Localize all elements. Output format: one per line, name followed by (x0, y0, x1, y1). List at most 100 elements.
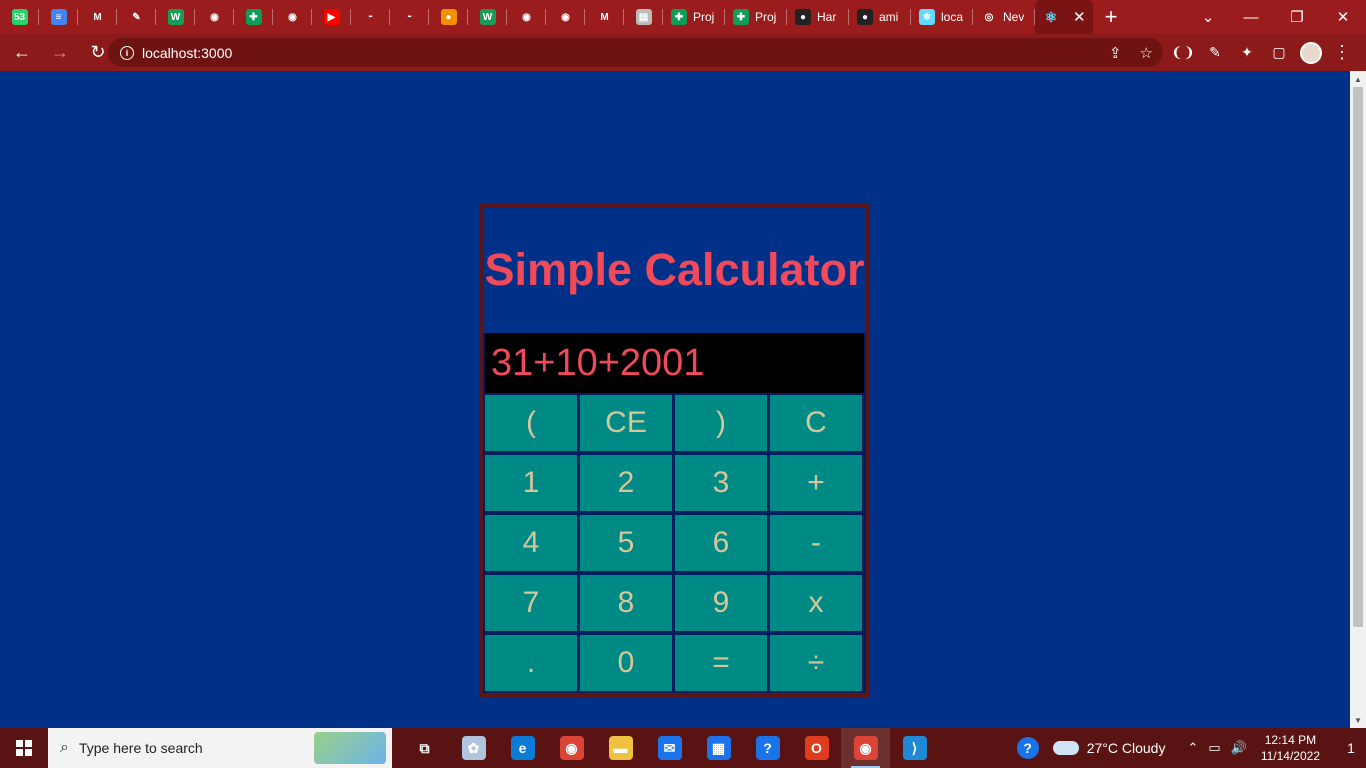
volume-icon[interactable]: 🔊 (1231, 740, 1247, 756)
close-tab-icon[interactable]: ✕ (1073, 8, 1086, 26)
browser-toolbar: ← → ↻ i localhost:3000 ⇪ ☆ (0, 34, 1366, 71)
clock[interactable]: 12:14 PM 11/14/2022 (1261, 732, 1320, 764)
scroll-thumb[interactable] (1353, 87, 1363, 627)
extensions-puzzle-icon[interactable]: ✦ (1236, 42, 1258, 64)
new-tab-button[interactable]: + (1093, 0, 1129, 34)
browser-tab[interactable]: ● Har (787, 0, 849, 34)
browser-tab[interactable]: W (156, 0, 195, 34)
site-info-icon[interactable]: i (120, 45, 134, 60)
browser-tab[interactable]: ⁃ (351, 0, 390, 34)
sheets-icon: ✚ (733, 9, 749, 25)
close-window-button[interactable]: ✕ (1320, 0, 1366, 34)
taskbar-search[interactable]: ⌕ Type here to search (48, 728, 392, 768)
browser-tab[interactable]: ◉ (195, 0, 234, 34)
browser-tab[interactable]: ⁃ (390, 0, 429, 34)
help-icon[interactable]: ? (1016, 737, 1039, 759)
scroll-down-arrow-icon[interactable]: ▼ (1350, 712, 1366, 728)
browser-tab[interactable]: ▤ (624, 0, 663, 34)
start-button[interactable] (0, 728, 48, 768)
calc-key[interactable]: + (770, 455, 862, 511)
notification-count: 1 (1347, 740, 1355, 756)
file-explorer-icon: ▬ (608, 736, 633, 760)
browser-tab[interactable]: ✚ Proj (725, 0, 787, 34)
calc-key[interactable]: 4 (485, 515, 577, 571)
calc-key[interactable]: 2 (580, 455, 672, 511)
calc-key[interactable]: 6 (675, 515, 767, 571)
browser-tab[interactable]: ✚ (234, 0, 273, 34)
calc-key[interactable]: 5 (580, 515, 672, 571)
dash-icon: ⁃ (401, 9, 418, 25)
browser-tab[interactable]: ≡ (39, 0, 78, 34)
tab-title: loca (941, 10, 964, 24)
windows-taskbar: ⌕ Type here to search ⧉ ✿ e ◉ ▬ ✉ ▦? O ◉ ⟩ ? 27°C… (0, 728, 1366, 768)
network-icon[interactable]: ▭ (1208, 740, 1220, 756)
bookmark-star-icon[interactable]: ☆ (1140, 44, 1153, 62)
calc-key[interactable]: ÷ (770, 635, 862, 691)
side-panel-icon[interactable]: ▢ (1268, 42, 1290, 64)
calc-key[interactable]: 7 (485, 575, 577, 631)
extension-pen-icon[interactable]: ✎ (1204, 42, 1226, 64)
forward-button[interactable]: → (44, 37, 76, 69)
minimize-button[interactable]: — (1228, 0, 1274, 34)
page-scrollbar[interactable]: ▲ ▼ (1350, 71, 1366, 728)
active-browser-tab[interactable]: ⚛ ✕ (1035, 0, 1093, 34)
browser-tab[interactable]: ▶ (312, 0, 351, 34)
taskbar-app[interactable]: ◉ (841, 728, 890, 768)
tab-search-dropdown[interactable]: ⌄ (1188, 0, 1228, 34)
browser-tab[interactable]: ◎ Nev (973, 0, 1035, 34)
taskbar-app[interactable]: ▬ (596, 728, 645, 768)
taskbar-app[interactable]: ✉ (645, 728, 694, 768)
cloud-icon (1052, 741, 1079, 755)
taskbar-app[interactable]: ? (743, 728, 792, 768)
browser-tab[interactable]: ✎ (117, 0, 156, 34)
browser-tab[interactable]: ⚛ loca (911, 0, 973, 34)
weather-widget[interactable]: 27°C Cloudy (1052, 740, 1166, 756)
scroll-up-arrow-icon[interactable]: ▲ (1350, 71, 1366, 87)
taskbar-app[interactable]: ✿ (449, 728, 498, 768)
calc-key[interactable]: ( (485, 395, 577, 451)
github-icon: ● (795, 9, 811, 25)
docs-icon: ≡ (50, 9, 67, 25)
browser-menu-icon[interactable]: ⋮ (1332, 42, 1352, 63)
browser-tab[interactable]: W (468, 0, 507, 34)
calc-key[interactable]: ) (675, 395, 767, 451)
taskbar-app[interactable]: O (792, 728, 841, 768)
extension-bracket-icon[interactable]: ❨❩ (1171, 42, 1194, 64)
globe-icon: ◉ (557, 9, 574, 25)
taskbar-app[interactable]: ⧉ (400, 728, 449, 768)
back-button[interactable]: ← (6, 37, 38, 69)
calc-key[interactable]: 3 (675, 455, 767, 511)
browser-tab[interactable]: 53 (0, 0, 39, 34)
taskbar-app[interactable]: ▦ (694, 728, 743, 768)
browser-tab[interactable]: ◉ (273, 0, 312, 34)
browser-tab[interactable]: ● ami (849, 0, 911, 34)
calc-key[interactable]: 1 (485, 455, 577, 511)
browser-tab[interactable]: ◉ (507, 0, 546, 34)
calc-key[interactable]: x (770, 575, 862, 631)
taskbar-app[interactable]: e (498, 728, 547, 768)
browser-tab[interactable]: M (78, 0, 117, 34)
profile-avatar[interactable] (1300, 41, 1322, 64)
calc-key[interactable]: 9 (675, 575, 767, 631)
address-bar[interactable]: i localhost:3000 ⇪ ☆ (108, 38, 1163, 67)
browser-tab[interactable]: ◉ (546, 0, 585, 34)
calc-key[interactable]: 0 (580, 635, 672, 691)
weather-text: 27°C Cloudy (1086, 740, 1166, 756)
window-controls: ⌄ — ❐ ✕ (1188, 0, 1366, 34)
calc-key[interactable]: C (770, 395, 862, 451)
calc-key[interactable]: = (675, 635, 767, 691)
restore-button[interactable]: ❐ (1274, 0, 1320, 34)
browser-tab[interactable]: ✚ Proj (663, 0, 725, 34)
browser-tab[interactable]: M (585, 0, 624, 34)
notification-center-button[interactable]: 1 (1336, 728, 1366, 768)
browser-tab[interactable]: ● (429, 0, 468, 34)
calc-key[interactable]: CE (580, 395, 672, 451)
show-hidden-icons-icon[interactable]: ⌃ (1187, 740, 1198, 756)
taskbar-app[interactable]: ◉ (547, 728, 596, 768)
share-icon[interactable]: ⇪ (1109, 44, 1122, 62)
calc-key[interactable]: - (770, 515, 862, 571)
url-text[interactable]: localhost:3000 (142, 45, 232, 61)
calc-key[interactable]: . (485, 635, 577, 691)
calc-key[interactable]: 8 (580, 575, 672, 631)
taskbar-app[interactable]: ⟩ (890, 728, 939, 768)
